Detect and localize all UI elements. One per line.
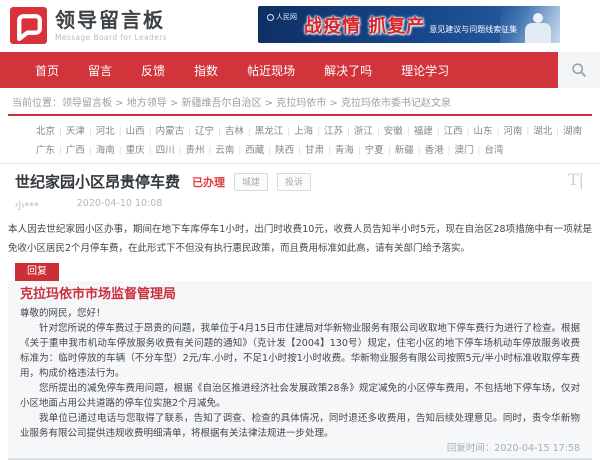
region-link[interactable]: 浙江 — [343, 123, 373, 137]
banner-headline: 战疫情 抓复产 — [304, 12, 425, 38]
site-logo[interactable]: 领导留言板 Message Board for Leaders — [10, 7, 167, 44]
reply-paragraph: 针对您所说的停车费过于昂贵的问题，我单位于4月15日市住建局对华新物业服务有限公… — [20, 321, 580, 381]
region-link[interactable]: 新疆 — [384, 142, 414, 156]
reply-time-label: 回复时间： — [447, 443, 495, 454]
banner-subtext: 意见建议与问题线索征集 — [429, 24, 517, 35]
region-link[interactable]: 台湾 — [473, 142, 503, 156]
region-link[interactable]: 内蒙古 — [145, 123, 184, 137]
region-link[interactable]: 福建 — [403, 123, 433, 137]
region-link[interactable]: 北京 — [36, 123, 55, 137]
reply-paragraph: 我单位已通过电话与您取得了联系，告知了调查、检查的具体情况，同时退还多收费用，告… — [20, 411, 580, 441]
region-link[interactable]: 贵州 — [175, 142, 205, 156]
region-link[interactable]: 四川 — [145, 142, 175, 156]
reply-badge: 回复 — [15, 263, 59, 281]
reply-box: 克拉玛依市市场监督管理局 尊敬的网民，您好！ 针对您所说的停车费过于昂贵的问题，… — [8, 281, 592, 460]
site-subtitle: Message Board for Leaders — [55, 33, 167, 42]
banner-source: 人民网 — [276, 12, 297, 22]
breadcrumb-trail[interactable]: 领导留言板 > 地方领导 > 新疆维吾尔自治区 > 克拉玛依市 > 克拉玛依市委… — [62, 98, 451, 109]
reply-time-value: 2020-04-15 17:58 — [494, 443, 580, 454]
region-link[interactable]: 云南 — [204, 142, 234, 156]
breadcrumb-prefix: 当前位置： — [12, 98, 62, 109]
nav-item[interactable]: 首页 — [35, 62, 59, 79]
region-row-1: 北京天津河北山西内蒙古辽宁吉林黑龙江上海江苏浙江安徽福建江西山东河南湖北湖南 — [36, 120, 576, 139]
message-section: 世纪家园小区昂贵停车费 已办理 城建投诉 T| 小*** 2020-04-10 … — [0, 164, 600, 258]
region-link[interactable]: 陕西 — [264, 142, 294, 156]
region-links-panel: 北京天津河北山西内蒙古辽宁吉林黑龙江上海江苏浙江安徽福建江西山东河南湖北湖南 广… — [0, 116, 600, 164]
region-row-2: 广东广西海南重庆四川贵州云南西藏陕西甘肃青海宁夏新疆香港澳门台湾 — [36, 139, 576, 158]
region-link[interactable]: 上海 — [283, 123, 313, 137]
message-tag[interactable]: 投诉 — [277, 173, 311, 191]
message-title: 世纪家园小区昂贵停车费 — [15, 174, 180, 191]
region-link[interactable]: 山东 — [463, 123, 493, 137]
text-size-icon[interactable]: T| — [568, 170, 584, 189]
region-link[interactable]: 西藏 — [234, 142, 264, 156]
region-link[interactable]: 安徽 — [373, 123, 403, 137]
message-title-row: 世纪家园小区昂贵停车费 已办理 城建投诉 T| — [0, 164, 600, 191]
region-link[interactable]: 甘肃 — [294, 142, 324, 156]
status-badge: 已办理 — [192, 174, 225, 190]
campaign-banner[interactable]: 人民网 战疫情 抓复产 意见建议与问题线索征集 — [258, 6, 560, 43]
search-icon — [571, 62, 587, 78]
peoples-daily-circle-icon — [267, 14, 274, 21]
nav-item[interactable]: 理论学习 — [401, 62, 449, 79]
region-link[interactable]: 山西 — [115, 123, 145, 137]
site-title: 领导留言板 — [55, 9, 167, 31]
region-link[interactable]: 青海 — [324, 142, 354, 156]
region-link[interactable]: 黑龙江 — [244, 123, 283, 137]
search-button[interactable] — [558, 52, 600, 88]
region-link[interactable]: 天津 — [55, 123, 85, 137]
message-tags: 城建投诉 — [225, 173, 311, 191]
message-time: 2020-04-10 10:08 — [77, 198, 163, 212]
nav-item[interactable]: 反馈 — [141, 62, 165, 79]
reply-department: 克拉玛依市市场监督管理局 — [20, 287, 580, 303]
nav-item[interactable]: 帖近现场 — [247, 62, 295, 79]
nav-item[interactable]: 指数 — [194, 62, 218, 79]
message-tag[interactable]: 城建 — [234, 173, 268, 191]
region-link[interactable]: 澳门 — [444, 142, 474, 156]
reply-paragraphs: 针对您所说的停车费过于昂贵的问题，我单位于4月15日市住建局对华新物业服务有限公… — [20, 321, 580, 441]
region-link[interactable]: 江西 — [433, 123, 463, 137]
region-link[interactable]: 广西 — [55, 142, 85, 156]
reply-paragraph: 您所提出的减免停车费用问题，根据《自治区推进经济社会发展政策28条》规定减免的小… — [20, 381, 580, 411]
region-link[interactable]: 吉林 — [214, 123, 244, 137]
main-nav: 首页 留言 反馈 指数 帖近现场 解决了吗 理论学习 — [0, 52, 600, 88]
speech-bubble-logo-icon — [10, 7, 47, 44]
logo-text: 领导留言板 Message Board for Leaders — [55, 9, 167, 42]
region-link[interactable]: 湖南 — [552, 123, 582, 137]
region-link[interactable]: 河北 — [85, 123, 115, 137]
reply-greeting: 尊敬的网民，您好！ — [20, 306, 580, 321]
region-link[interactable]: 河南 — [492, 123, 522, 137]
region-link[interactable]: 广东 — [36, 142, 55, 156]
message-author: 小*** — [15, 198, 39, 212]
region-link[interactable]: 辽宁 — [184, 123, 214, 137]
message-meta: 小*** 2020-04-10 10:08 — [0, 191, 600, 212]
reply-time: 回复时间：2020-04-15 17:58 — [20, 443, 580, 455]
region-link[interactable]: 香港 — [414, 142, 444, 156]
header: 领导留言板 Message Board for Leaders 人民网 战疫情 … — [0, 0, 600, 52]
nav-item[interactable]: 留言 — [88, 62, 112, 79]
breadcrumb: 当前位置：领导留言板 > 地方领导 > 新疆维吾尔自治区 > 克拉玛依市 > 克… — [0, 88, 600, 111]
reply-section: 回复 克拉玛依市市场监督管理局 尊敬的网民，您好！ 针对您所说的停车费过于昂贵的… — [0, 258, 600, 460]
nav-items: 首页 留言 反馈 指数 帖近现场 解决了吗 理论学习 — [0, 52, 558, 88]
region-link[interactable]: 海南 — [85, 142, 115, 156]
region-link[interactable]: 宁夏 — [354, 142, 384, 156]
region-link[interactable]: 湖北 — [522, 123, 552, 137]
peoples-daily-logo: 人民网 — [267, 12, 297, 22]
message-body: 本人因去世纪家园小区办事，期间在地下车库停车1小时，出门时收费10元，收费人员告… — [8, 220, 592, 258]
region-link[interactable]: 江苏 — [313, 123, 343, 137]
region-link[interactable]: 重庆 — [115, 142, 145, 156]
nav-item[interactable]: 解决了吗 — [324, 62, 372, 79]
